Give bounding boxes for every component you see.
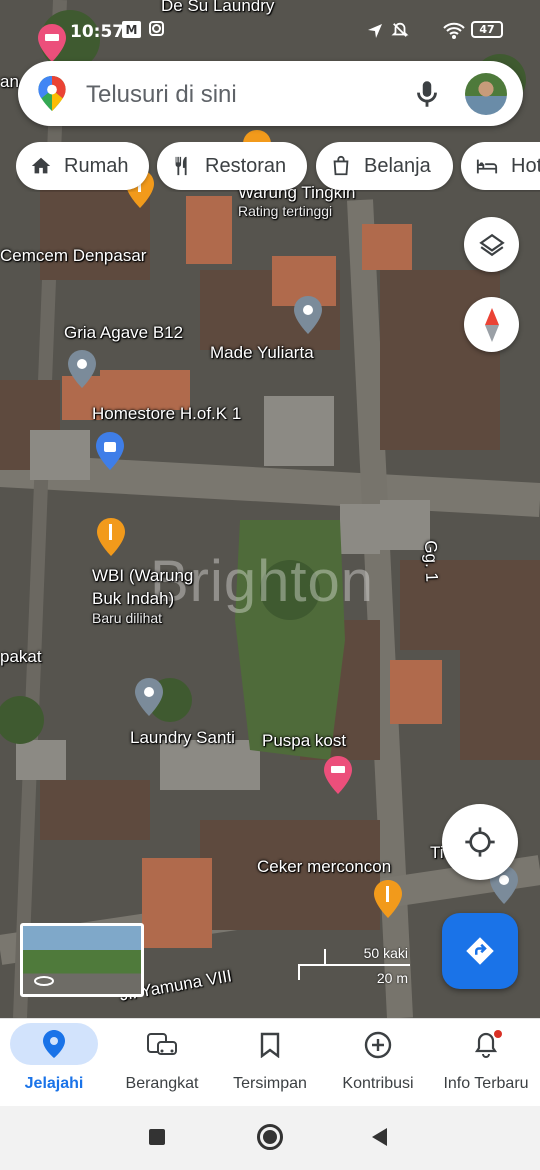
battery-icon: 47 xyxy=(471,21,503,38)
hotel-icon xyxy=(476,159,498,174)
bottom-navigation: Jelajahi Berangkat Tersimpan Kontribusi … xyxy=(0,1018,540,1106)
mail-notification-icon: M xyxy=(122,21,141,38)
shopping-pin-icon[interactable] xyxy=(96,432,124,470)
place-pin-icon-made[interactable] xyxy=(294,296,322,334)
street-label-gg1: Gg. 1 xyxy=(421,540,442,583)
map-label-pakat: pakat xyxy=(0,647,42,666)
instagram-notification-icon xyxy=(149,21,164,36)
tab-label: Tersimpan xyxy=(233,1075,307,1092)
tab-jelajahi[interactable]: Jelajahi xyxy=(0,1019,108,1107)
my-location-button[interactable] xyxy=(442,804,518,880)
tab-tersimpan[interactable]: Tersimpan xyxy=(216,1019,324,1107)
street-view-thumbnail[interactable] xyxy=(20,923,144,997)
tab-label: Berangkat xyxy=(125,1075,199,1092)
hotel-pin-icon-puspa[interactable] xyxy=(324,756,352,794)
map-label-baru-dilihat: Baru dilihat xyxy=(92,610,163,626)
avatar[interactable] xyxy=(465,73,507,115)
map-label-ceker-merconcon[interactable]: Ceker merconcon xyxy=(257,857,391,877)
recents-button[interactable] xyxy=(149,1129,165,1145)
category-chips: Rumah Restoran Belanja Hot xyxy=(16,142,540,192)
360-rotate-icon xyxy=(34,976,54,986)
chip-rumah[interactable]: Rumah xyxy=(16,142,149,190)
map-label-de-su-laundry[interactable]: De Su Laundry xyxy=(161,0,274,16)
scale-metric: 20 m xyxy=(376,970,408,986)
map-label-wbi-line2[interactable]: Buk Indah) xyxy=(92,589,174,609)
explore-pin-icon xyxy=(43,1030,65,1058)
chip-hotel[interactable]: Hot xyxy=(461,142,540,190)
restaurant-pin-icon-ceker[interactable] xyxy=(374,880,402,918)
back-button[interactable] xyxy=(372,1128,387,1146)
chip-label: Rumah xyxy=(64,154,129,177)
map-label-wbi-line1[interactable]: WBI (Warung xyxy=(92,566,193,586)
add-circle-icon xyxy=(364,1031,392,1059)
directions-button[interactable] xyxy=(442,913,518,989)
bookmark-icon xyxy=(260,1032,280,1058)
tab-label: Kontribusi xyxy=(342,1075,414,1092)
commute-icon xyxy=(147,1033,177,1055)
chip-restoran[interactable]: Restoran xyxy=(157,142,307,190)
map-label-puspa-kost[interactable]: Puspa kost xyxy=(262,731,346,751)
home-button[interactable] xyxy=(257,1124,283,1150)
location-arrow-icon xyxy=(368,24,382,38)
system-navigation-bar xyxy=(0,1106,540,1170)
tab-info-terbaru[interactable]: Info Terbaru xyxy=(432,1019,540,1107)
map-label-edge: an xyxy=(0,72,19,91)
place-pin-icon-laundry[interactable] xyxy=(135,678,163,716)
chip-label: Hot xyxy=(511,154,540,177)
restaurant-icon xyxy=(175,156,187,176)
home-icon xyxy=(31,157,51,174)
scale-imperial: 50 kaki xyxy=(363,945,408,961)
map-view[interactable]: Brighton De Su Laundry an Warung Tingkih… xyxy=(0,0,540,1018)
layers-button[interactable] xyxy=(464,217,519,272)
map-label-rating-tertinggi: Rating tertinggi xyxy=(238,203,333,219)
crosshair-icon xyxy=(465,827,495,857)
google-maps-pin-icon xyxy=(38,76,66,111)
compass-button[interactable] xyxy=(464,297,519,352)
wifi-icon xyxy=(443,22,465,39)
place-pin-icon-gria[interactable] xyxy=(68,350,96,388)
tab-berangkat[interactable]: Berangkat xyxy=(108,1019,216,1107)
mic-icon[interactable] xyxy=(410,77,444,111)
compass-icon xyxy=(484,307,499,342)
search-input[interactable]: Telusuri di sini xyxy=(86,81,237,109)
map-label-gria-agave[interactable]: Gria Agave B12 xyxy=(64,323,183,343)
map-label-cemcem-denpasar[interactable]: Cemcem Denpasar xyxy=(0,246,146,266)
chip-label: Belanja xyxy=(364,154,431,177)
map-label-made-yuliarta[interactable]: Made Yuliarta xyxy=(210,343,314,363)
status-time: 10:57 xyxy=(70,22,125,42)
map-label-homestore[interactable]: Homestore H.of.K 1 xyxy=(92,404,241,424)
tab-kontribusi[interactable]: Kontribusi xyxy=(324,1019,432,1107)
notification-dot xyxy=(494,1030,502,1038)
map-scale: 50 kaki 20 m xyxy=(296,941,414,991)
restaurant-pin-icon-wbi[interactable] xyxy=(97,518,125,556)
shopping-bag-icon xyxy=(333,155,349,176)
directions-icon xyxy=(466,937,494,965)
map-label-laundry-santi[interactable]: Laundry Santi xyxy=(130,728,235,748)
chip-belanja[interactable]: Belanja xyxy=(316,142,453,190)
mute-icon xyxy=(391,22,409,37)
search-bar[interactable]: Telusuri di sini xyxy=(18,61,523,126)
tab-label: Jelajahi xyxy=(24,1075,84,1092)
chip-label: Restoran xyxy=(205,154,287,177)
tab-label: Info Terbaru xyxy=(443,1075,529,1092)
layers-icon xyxy=(478,233,505,256)
status-bar: 10:57 M 47 xyxy=(0,16,540,48)
